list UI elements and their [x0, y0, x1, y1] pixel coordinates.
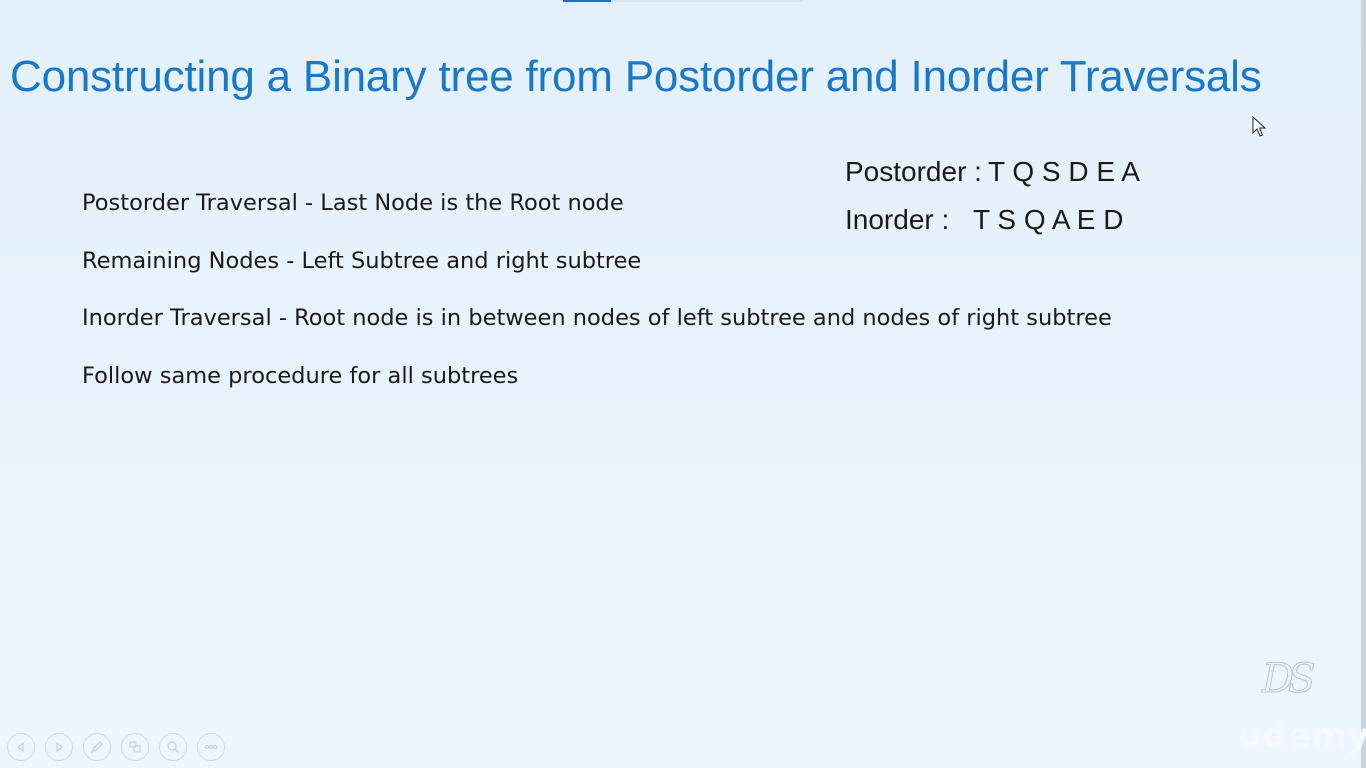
bullet-item: Follow same procedure for all subtrees: [82, 362, 519, 389]
bullet-item: Remaining Nodes - Left Subtree and right…: [82, 247, 642, 274]
slideshow-controls: [7, 733, 225, 761]
mouse-cursor-icon: [1252, 115, 1267, 143]
more-icon[interactable]: [197, 733, 225, 761]
postorder-values: T Q S D E A: [987, 156, 1140, 187]
traversal-sequences: Postorder :T Q S D E A Inorder : T S Q A …: [845, 152, 1140, 248]
window-edge: [1361, 0, 1366, 768]
playback-progress-bar[interactable]: [563, 0, 803, 2]
previous-icon[interactable]: [7, 733, 35, 761]
inorder-label: Inorder :: [845, 204, 950, 235]
ds-logo: DS: [1262, 656, 1316, 703]
udemy-watermark: udemy: [1238, 716, 1366, 756]
zoom-icon[interactable]: [159, 733, 187, 761]
postorder-label: Postorder :: [845, 156, 982, 187]
pen-icon[interactable]: [83, 733, 111, 761]
postorder-sequence: Postorder :T Q S D E A: [845, 152, 1140, 200]
bullet-item: Inorder Traversal - Root node is in betw…: [82, 305, 1112, 331]
slides-icon[interactable]: [121, 733, 149, 761]
inorder-values: T S Q A E D: [973, 204, 1124, 235]
next-icon[interactable]: [45, 733, 73, 761]
inorder-sequence: Inorder : T S Q A E D: [845, 200, 1140, 248]
playback-progress-fill: [563, 0, 611, 2]
slide-title: Constructing a Binary tree from Postorde…: [10, 52, 1262, 101]
